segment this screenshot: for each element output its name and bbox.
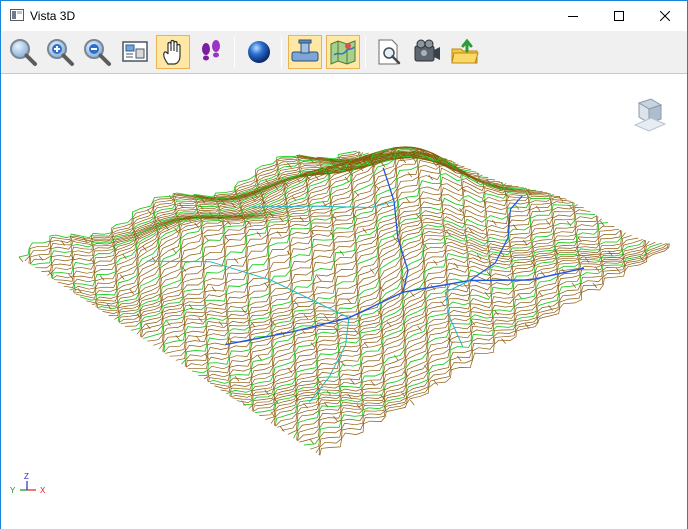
- zoom-out-button[interactable]: [80, 35, 114, 69]
- contour-line: [242, 213, 596, 406]
- minimize-icon: [568, 16, 578, 17]
- zoom-window-button[interactable]: [6, 35, 40, 69]
- slope-hatch: [363, 342, 369, 348]
- hand-icon: [163, 39, 181, 65]
- contour-line: [281, 237, 639, 431]
- slope-hatch: [354, 191, 360, 197]
- axis-triad: X Y Z: [10, 472, 46, 495]
- pipes-button[interactable]: [288, 35, 322, 69]
- slope-hatch: [340, 360, 346, 367]
- slope-hatch: [277, 231, 282, 237]
- camera-button[interactable]: [410, 35, 444, 69]
- close-button[interactable]: [642, 1, 688, 31]
- 3d-viewport[interactable]: X Y Z: [1, 75, 687, 529]
- preview-icon: [378, 39, 401, 65]
- slope-hatch: [501, 338, 506, 344]
- slope-hatch: [241, 307, 246, 314]
- walk-button[interactable]: [194, 35, 228, 69]
- maximize-icon: [614, 11, 624, 21]
- sphere-button[interactable]: [242, 35, 276, 69]
- preview-button[interactable]: [372, 35, 406, 69]
- magnifier-icon: [10, 39, 37, 66]
- app-window-icon: [10, 9, 24, 21]
- sphere-icon: [248, 41, 270, 63]
- slope-hatch: [535, 205, 541, 212]
- slope-hatch: [280, 426, 285, 432]
- zoom-extents-icon: [122, 41, 148, 62]
- export-button[interactable]: [448, 35, 482, 69]
- title-bar[interactable]: Vista 3D: [1, 1, 687, 31]
- slope-hatch: [410, 399, 415, 406]
- zoom-extents-button[interactable]: [118, 35, 152, 69]
- pipe-icon: [291, 39, 319, 62]
- slope-hatch: [218, 321, 224, 327]
- slope-hatch: [38, 255, 44, 261]
- slope-hatch: [309, 438, 315, 445]
- axis-x-label: X: [40, 486, 46, 495]
- pan-button[interactable]: [156, 35, 190, 69]
- slope-hatch: [119, 274, 125, 280]
- slope-hatch: [484, 291, 489, 298]
- slope-hatch: [584, 257, 590, 263]
- slope-hatch: [257, 355, 263, 361]
- slope-hatch: [375, 184, 380, 191]
- toolbar-separator: [365, 37, 366, 68]
- axis-y-label: Y: [10, 486, 16, 495]
- slope-hatch: [204, 235, 209, 242]
- slope-hatch: [129, 288, 134, 295]
- slope-hatch: [486, 271, 492, 277]
- vista-3d-window: Vista 3D X Y Z: [0, 0, 688, 529]
- view-cube-icon[interactable]: [633, 98, 667, 132]
- slope-hatch: [256, 231, 262, 237]
- contour-lines: [18, 146, 670, 456]
- slope-hatch: [417, 325, 422, 332]
- slope-hatch: [446, 230, 451, 237]
- slope-hatch: [463, 283, 469, 290]
- slope-hatch: [107, 304, 112, 310]
- export-folder-icon: [451, 38, 479, 64]
- zoom-in-icon: [47, 39, 74, 66]
- map-button[interactable]: [326, 35, 360, 69]
- toolbar-separator: [234, 37, 235, 68]
- slope-hatch: [172, 248, 177, 254]
- video-camera-icon: [414, 39, 440, 62]
- map-icon: [330, 40, 356, 65]
- slope-hatch: [492, 219, 497, 226]
- slope-hatch: [538, 291, 543, 297]
- contour-line: [310, 243, 667, 450]
- slope-hatch: [347, 298, 352, 305]
- zoom-out-icon: [84, 39, 111, 66]
- toolbar-separator: [281, 37, 282, 68]
- window-title: Vista 3D: [30, 9, 76, 23]
- contour-line: [102, 156, 448, 314]
- slope-hatch: [146, 209, 152, 215]
- close-icon: [660, 11, 670, 21]
- slope-hatch: [18, 256, 24, 263]
- slope-hatch: [354, 329, 359, 335]
- slope-hatch: [545, 220, 551, 226]
- slope-hatch: [558, 196, 564, 202]
- slope-hatch: [211, 286, 216, 292]
- maximize-button[interactable]: [596, 1, 642, 31]
- footprints-icon: [202, 40, 220, 61]
- contour-line: [207, 193, 550, 382]
- minimize-button[interactable]: [550, 1, 596, 31]
- slope-hatch: [339, 250, 345, 256]
- toolbar: [1, 31, 687, 74]
- terrain-contour-view[interactable]: X Y Z: [1, 75, 687, 529]
- slope-hatch: [323, 402, 329, 408]
- slope-hatch: [333, 415, 338, 422]
- slope-hatch: [99, 275, 105, 281]
- axis-z-label: Z: [24, 472, 29, 481]
- slope-hatch: [264, 282, 269, 288]
- slope-hatch: [309, 228, 314, 235]
- contour-line: [319, 243, 670, 456]
- slope-hatch: [594, 266, 600, 272]
- slope-hatch: [517, 293, 522, 299]
- slope-hatch: [540, 271, 546, 277]
- zoom-in-button[interactable]: [43, 35, 77, 69]
- slope-hatch: [494, 309, 499, 316]
- contour-line: [274, 230, 622, 426]
- slope-hatch: [316, 275, 322, 282]
